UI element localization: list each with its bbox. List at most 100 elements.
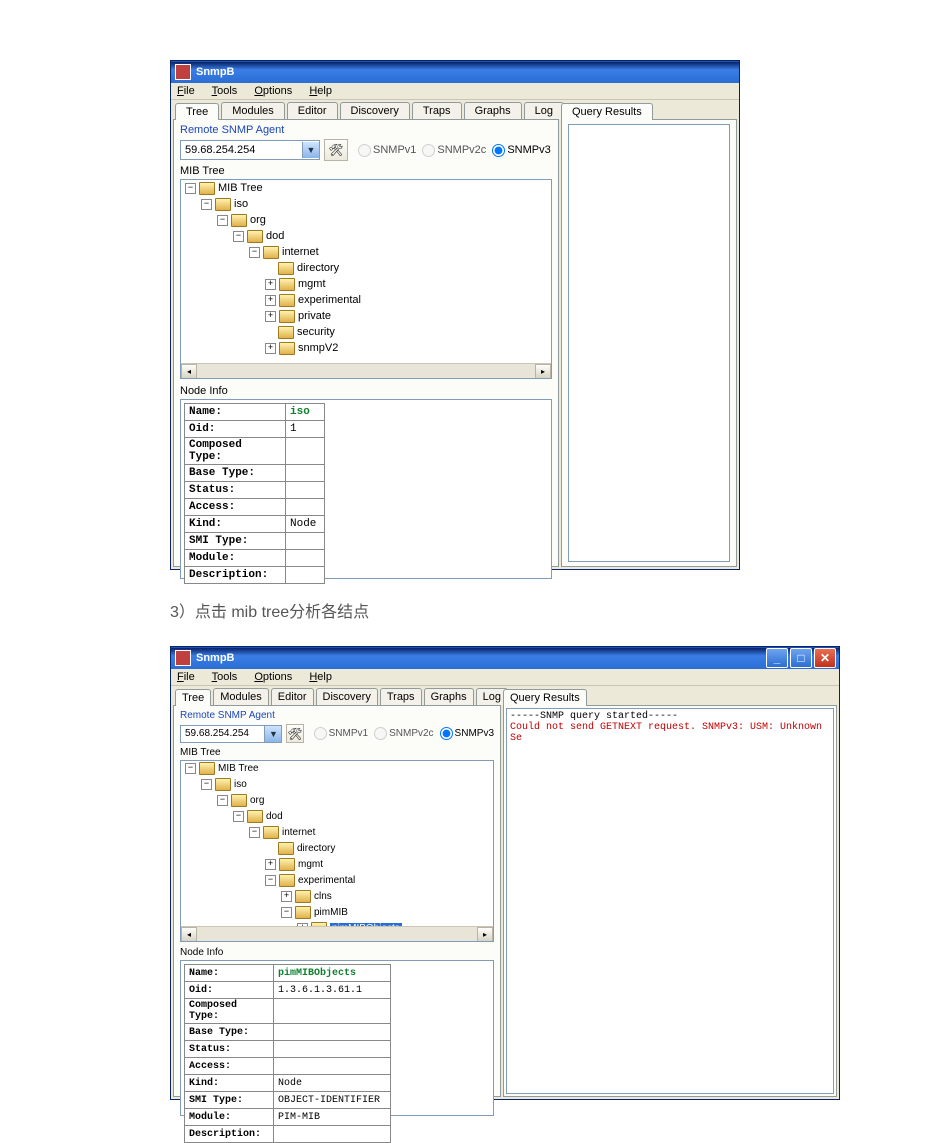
- expander-icon[interactable]: +: [265, 343, 276, 354]
- node-snmpv2[interactable]: snmpV2: [298, 342, 338, 354]
- query-results-box[interactable]: [568, 124, 730, 562]
- minimize-button[interactable]: _: [766, 648, 788, 668]
- tab-tree[interactable]: Tree: [175, 103, 219, 120]
- window-title: SnmpB: [196, 652, 235, 664]
- tab-tree[interactable]: Tree: [175, 689, 211, 706]
- node-org[interactable]: org: [250, 795, 264, 806]
- node-iso[interactable]: iso: [234, 779, 247, 790]
- radio-snmpv2c[interactable]: [422, 144, 435, 157]
- expander-icon[interactable]: +: [265, 279, 276, 290]
- expander-icon[interactable]: −: [185, 183, 196, 194]
- nodeinfo-status-label: Status:: [185, 482, 286, 499]
- menu-help[interactable]: Help: [309, 85, 332, 97]
- expander-icon[interactable]: −: [249, 827, 260, 838]
- tab-editor[interactable]: Editor: [287, 102, 338, 119]
- agent-properties-button[interactable]: 🛠: [286, 724, 303, 743]
- node-root[interactable]: MIB Tree: [218, 763, 259, 774]
- maximize-button[interactable]: □: [790, 648, 812, 668]
- menu-options[interactable]: Options: [254, 85, 292, 97]
- agent-properties-button[interactable]: 🛠: [324, 139, 348, 161]
- horizontal-scrollbar[interactable]: ◂ ▸: [181, 926, 493, 941]
- node-clns[interactable]: clns: [314, 891, 332, 902]
- radio-snmpv2c[interactable]: [374, 727, 387, 740]
- tab-log[interactable]: Log: [524, 102, 564, 119]
- node-dod[interactable]: dod: [266, 230, 284, 242]
- expander-icon[interactable]: +: [265, 311, 276, 322]
- tab-discovery[interactable]: Discovery: [316, 688, 378, 705]
- radio-snmpv1[interactable]: [358, 144, 371, 157]
- expander-icon[interactable]: −: [217, 215, 228, 226]
- tab-modules[interactable]: Modules: [221, 102, 285, 119]
- nodeinfo-base-label: Base Type:: [185, 1024, 274, 1041]
- node-mgmt[interactable]: mgmt: [298, 859, 323, 870]
- node-private[interactable]: private: [298, 310, 331, 322]
- menu-help[interactable]: Help: [309, 671, 332, 683]
- expander-icon[interactable]: −: [217, 795, 228, 806]
- scroll-right-icon[interactable]: ▸: [477, 927, 493, 942]
- radio-snmpv3[interactable]: [440, 727, 453, 740]
- titlebar-2[interactable]: SnmpB _ □ ✕: [171, 647, 839, 669]
- horizontal-scrollbar[interactable]: ◂ ▸: [181, 363, 551, 378]
- mib-tree-box[interactable]: −MIB Tree −iso −org −dod −intern: [180, 760, 494, 942]
- expander-icon[interactable]: +: [265, 295, 276, 306]
- tab-editor[interactable]: Editor: [271, 688, 314, 705]
- node-pimmib[interactable]: pimMIB: [314, 907, 348, 918]
- nodeinfo-name-label: Name:: [185, 965, 274, 982]
- expander-icon[interactable]: +: [281, 891, 292, 902]
- expander-icon[interactable]: −: [265, 875, 276, 886]
- nodeinfo-panel: Name:pimMIBObjects Oid:1.3.6.1.3.61.1 Co…: [180, 960, 494, 1116]
- expander-icon[interactable]: −: [201, 199, 212, 210]
- expander-icon[interactable]: −: [281, 907, 292, 918]
- folder-icon: [231, 794, 247, 807]
- mib-tree: −MIB Tree −iso −org −dod −intern: [181, 761, 493, 942]
- node-internet[interactable]: internet: [282, 246, 319, 258]
- node-internet[interactable]: internet: [282, 827, 315, 838]
- node-experimental[interactable]: experimental: [298, 294, 361, 306]
- expander-icon[interactable]: −: [201, 779, 212, 790]
- chevron-down-icon[interactable]: ▼: [264, 726, 281, 742]
- tab-traps[interactable]: Traps: [380, 688, 422, 705]
- nodeinfo-status-value: [286, 482, 325, 499]
- expander-icon[interactable]: +: [265, 859, 276, 870]
- tab-modules[interactable]: Modules: [213, 688, 269, 705]
- nodeinfo-oid-value: 1.3.6.1.3.61.1: [274, 982, 391, 999]
- menubar-1: File Tools Options Help: [171, 83, 739, 100]
- node-dod[interactable]: dod: [266, 811, 283, 822]
- expander-icon[interactable]: −: [249, 247, 260, 258]
- agent-ip-combo[interactable]: 59.68.254.254 ▼: [180, 140, 320, 160]
- tab-query-results[interactable]: Query Results: [561, 103, 653, 120]
- tab-query-results[interactable]: Query Results: [503, 689, 587, 706]
- close-button[interactable]: ✕: [814, 648, 836, 668]
- menu-tools[interactable]: Tools: [212, 671, 238, 683]
- radio-snmpv1[interactable]: [314, 727, 327, 740]
- node-security[interactable]: security: [297, 326, 335, 338]
- scroll-left-icon[interactable]: ◂: [181, 927, 197, 942]
- tab-traps[interactable]: Traps: [412, 102, 462, 119]
- label-snmpv3: SNMPv3: [455, 728, 494, 739]
- expander-icon[interactable]: −: [185, 763, 196, 774]
- radio-snmpv3[interactable]: [492, 144, 505, 157]
- expander-icon[interactable]: −: [233, 811, 244, 822]
- expander-icon[interactable]: −: [233, 231, 244, 242]
- tab-graphs[interactable]: Graphs: [464, 102, 522, 119]
- tab-discovery[interactable]: Discovery: [340, 102, 410, 119]
- node-iso[interactable]: iso: [234, 198, 248, 210]
- menu-tools[interactable]: Tools: [212, 85, 238, 97]
- query-results-box[interactable]: -----SNMP query started----- Could not s…: [506, 708, 834, 1094]
- node-directory[interactable]: directory: [297, 843, 335, 854]
- node-org[interactable]: org: [250, 214, 266, 226]
- titlebar-1[interactable]: SnmpB: [171, 61, 739, 83]
- node-directory[interactable]: directory: [297, 262, 339, 274]
- agent-ip-combo[interactable]: 59.68.254.254 ▼: [180, 725, 282, 743]
- menu-options[interactable]: Options: [254, 671, 292, 683]
- scroll-left-icon[interactable]: ◂: [181, 364, 197, 379]
- node-experimental[interactable]: experimental: [298, 875, 355, 886]
- scroll-right-icon[interactable]: ▸: [535, 364, 551, 379]
- menu-file[interactable]: File: [177, 85, 195, 97]
- mib-tree-box[interactable]: −MIB Tree −iso −org −dod: [180, 179, 552, 379]
- node-mgmt[interactable]: mgmt: [298, 278, 326, 290]
- menu-file[interactable]: File: [177, 671, 195, 683]
- tab-graphs[interactable]: Graphs: [424, 688, 474, 705]
- node-root[interactable]: MIB Tree: [218, 182, 263, 194]
- chevron-down-icon[interactable]: ▼: [302, 142, 319, 158]
